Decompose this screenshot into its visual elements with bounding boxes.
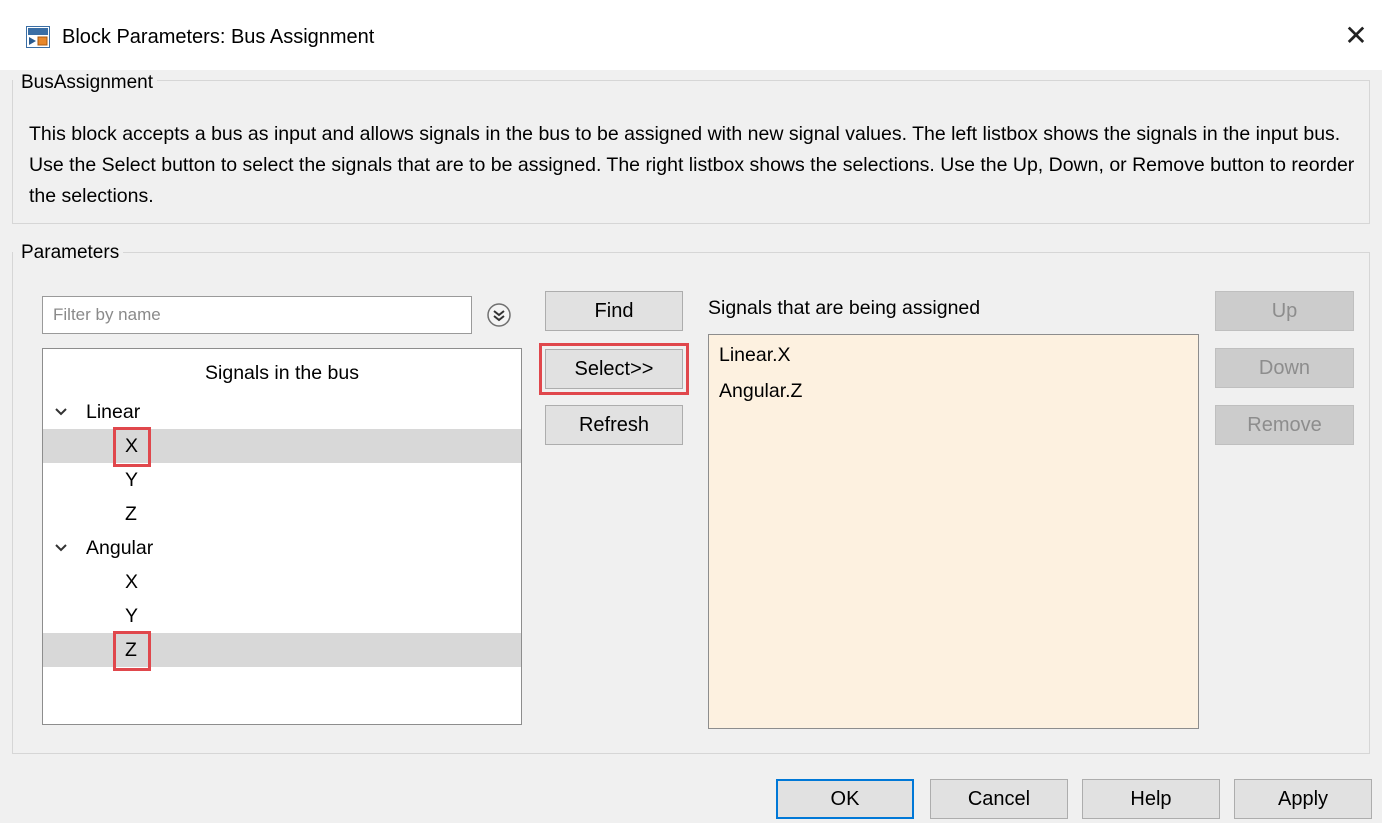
- tree-item-angular-y[interactable]: Y: [43, 599, 521, 633]
- parameters-legend: Parameters: [13, 241, 124, 265]
- highlight-box: [539, 343, 689, 395]
- tree-group-angular[interactable]: Angular: [43, 531, 521, 565]
- list-item[interactable]: Angular.Z: [719, 377, 802, 405]
- signals-tree[interactable]: Signals in the bus Linear X Y Z Angular …: [42, 348, 522, 725]
- assigned-list-label: Signals that are being assigned: [708, 297, 981, 319]
- filter-input[interactable]: [42, 296, 472, 334]
- highlight-box: [113, 631, 151, 671]
- simulink-block-icon: [26, 26, 50, 48]
- tree-group-label: Linear: [86, 401, 141, 423]
- window-title: Block Parameters: Bus Assignment: [62, 26, 375, 48]
- description-text: This block accepts a bus as input and al…: [29, 123, 1355, 207]
- tree-item-linear-y[interactable]: Y: [43, 463, 521, 497]
- tree-item-label: X: [125, 571, 139, 593]
- chevron-down-icon[interactable]: [51, 531, 71, 565]
- tree-group-linear[interactable]: Linear: [43, 395, 521, 429]
- description-group: BusAssignment This block accepts a bus a…: [12, 71, 1370, 224]
- highlight-box: [113, 427, 151, 467]
- filter-options-icon[interactable]: [484, 300, 514, 330]
- list-item[interactable]: Linear.X: [719, 341, 791, 369]
- tree-item-angular-x[interactable]: X: [43, 565, 521, 599]
- remove-button[interactable]: Remove: [1215, 405, 1354, 445]
- chevron-down-icon[interactable]: [51, 395, 71, 429]
- description-legend: BusAssignment: [13, 71, 158, 95]
- down-button[interactable]: Down: [1215, 348, 1354, 388]
- cancel-button[interactable]: Cancel: [930, 779, 1068, 819]
- tree-group-label: Angular: [86, 537, 154, 559]
- title-bar: Block Parameters: Bus Assignment ✕: [0, 0, 1382, 70]
- tree-item-label: Y: [125, 469, 139, 491]
- up-button[interactable]: Up: [1215, 291, 1354, 331]
- apply-button[interactable]: Apply: [1234, 779, 1372, 819]
- find-button[interactable]: Find: [545, 291, 683, 331]
- ok-button[interactable]: OK: [776, 779, 914, 819]
- close-icon[interactable]: ✕: [1336, 18, 1376, 54]
- tree-item-label: Y: [125, 605, 139, 627]
- tree-item-label: Z: [125, 503, 137, 525]
- assigned-signals-list[interactable]: Linear.X Angular.Z: [708, 334, 1199, 729]
- help-button[interactable]: Help: [1082, 779, 1220, 819]
- tree-item-linear-z[interactable]: Z: [43, 497, 521, 531]
- tree-header: Signals in the bus: [205, 362, 359, 384]
- refresh-button[interactable]: Refresh: [545, 405, 683, 445]
